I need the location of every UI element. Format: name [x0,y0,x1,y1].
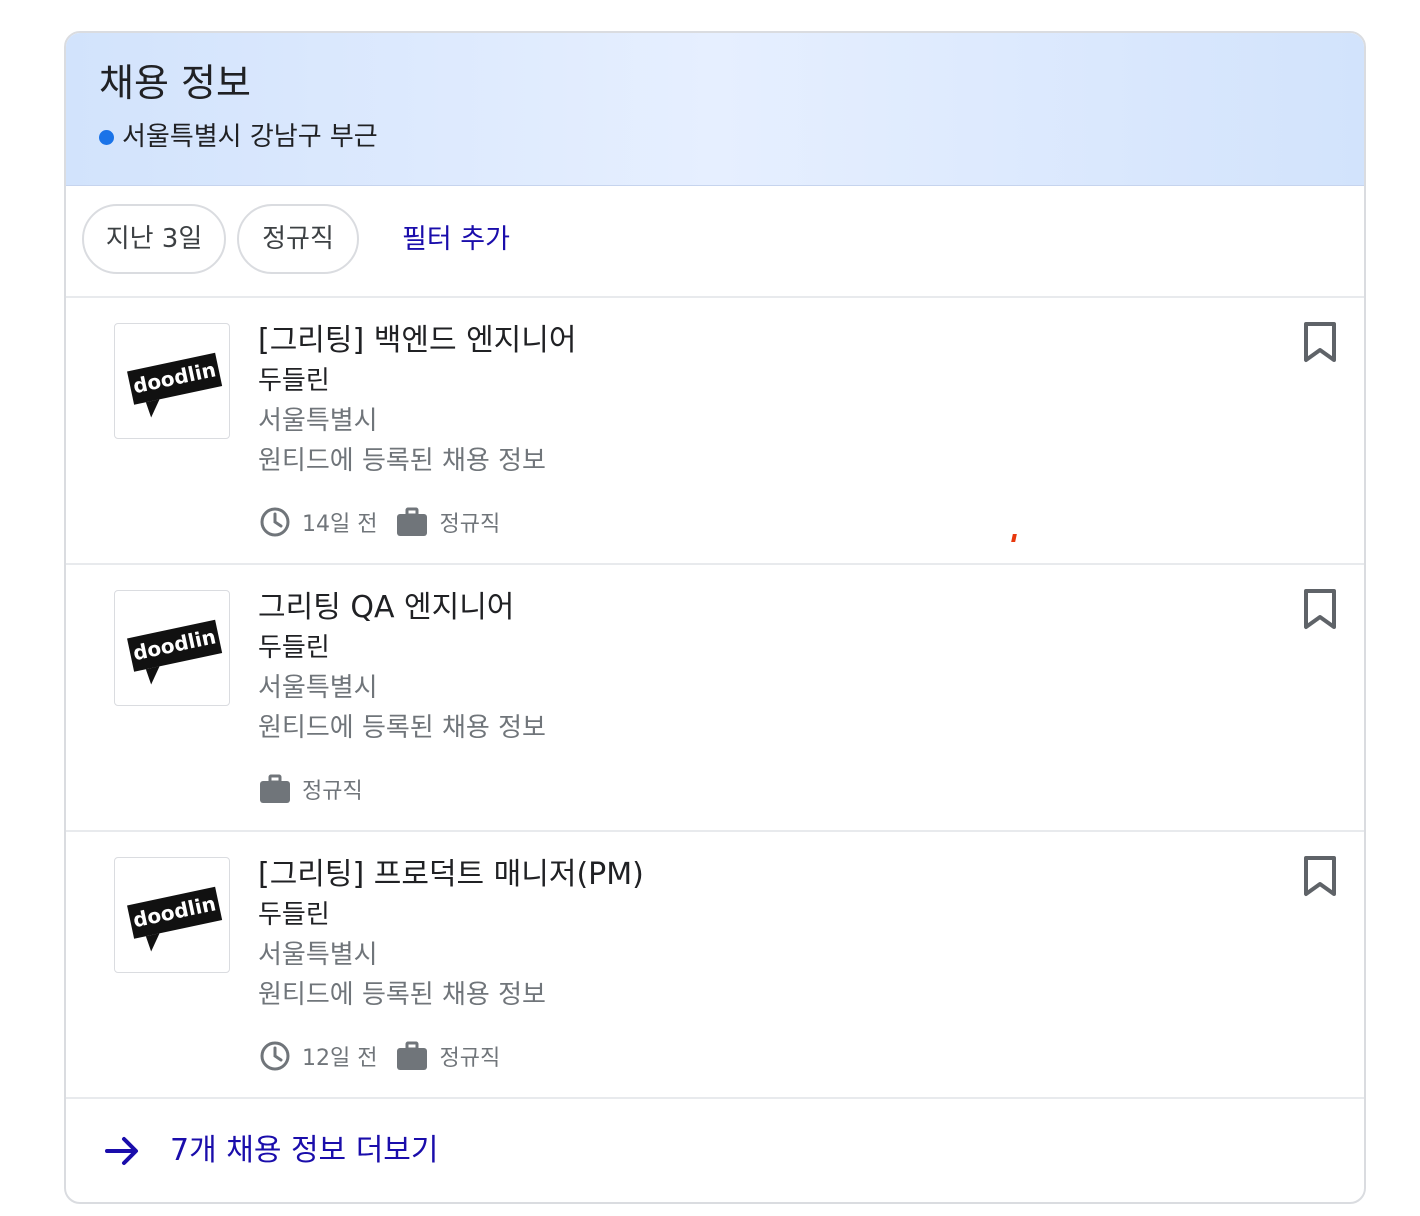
filter-chip-type[interactable]: 정규직 [237,204,359,274]
briefcase-icon [395,1039,429,1073]
jobs-card: 채용 정보 서울특별시 강남구 부근 지난 3일 정규직 필터 추가 doodl… [64,31,1366,1204]
jobs-title: 채용 정보 [99,61,251,105]
bookmark-icon[interactable] [1300,854,1340,898]
job-listing[interactable]: doodlin 그리팅 QA 엔지니어 두들린 서울특별시 원티드에 등록된 채… [66,565,1364,832]
job-company: 두들린 [258,900,330,930]
bookmark-icon[interactable] [1300,587,1340,631]
company-logo: doodlin [114,323,230,439]
company-logo: doodlin [114,857,230,973]
job-source: 원티드에 등록된 채용 정보 [258,446,546,476]
clock-icon [258,1039,292,1073]
job-title[interactable]: [그리팅] 프로덕트 매니저(PM) [258,854,644,896]
job-source: 원티드에 등록된 채용 정보 [258,713,546,743]
job-company: 두들린 [258,366,330,396]
filter-bar: 지난 3일 정규직 필터 추가 [66,186,1364,298]
job-location: 서울특별시 [258,406,378,436]
job-title[interactable]: 그리팅 QA 엔지니어 [258,587,514,629]
bookmark-icon[interactable] [1300,320,1340,364]
briefcase-icon [258,772,292,806]
location-dot-icon [99,129,114,145]
location-text: 서울특별시 강남구 부근 [122,122,378,152]
job-type: 정규직 [439,1046,501,1071]
job-location: 서울특별시 [258,940,378,970]
job-source: 원티드에 등록된 채용 정보 [258,980,546,1010]
more-jobs-label: 7개 채용 정보 더보기 [170,1133,439,1168]
jobs-header: 채용 정보 서울특별시 강남구 부근 [66,33,1364,186]
job-listing[interactable]: doodlin [그리팅] 프로덕트 매니저(PM) 두들린 서울특별시 원티드… [66,832,1364,1099]
job-title[interactable]: [그리팅] 백엔드 엔지니어 [258,320,576,362]
job-posted: 12일 전 [302,1046,378,1071]
clock-icon [258,505,292,539]
job-posted: 14일 전 [302,512,378,537]
arrow-right-icon [104,1133,140,1169]
location-line: 서울특별시 강남구 부근 [99,119,378,155]
job-listing[interactable]: doodlin [그리팅] 백엔드 엔지니어 두들린 서울특별시 원티드에 등록… [66,298,1364,565]
job-meta: 정규직 [258,771,381,807]
briefcase-icon [395,505,429,539]
more-jobs-link[interactable]: 7개 채용 정보 더보기 [66,1099,1364,1202]
job-meta: 14일 전 정규직 [258,504,518,540]
job-meta: 12일 전 정규직 [258,1038,518,1074]
job-type: 정규직 [302,779,363,804]
job-type: 정규직 [439,512,501,537]
company-logo: doodlin [114,590,230,706]
job-location: 서울특별시 [258,673,378,703]
add-filter-link[interactable]: 필터 추가 [402,222,510,258]
filter-chip-date[interactable]: 지난 3일 [82,204,226,274]
job-company: 두들린 [258,633,330,663]
